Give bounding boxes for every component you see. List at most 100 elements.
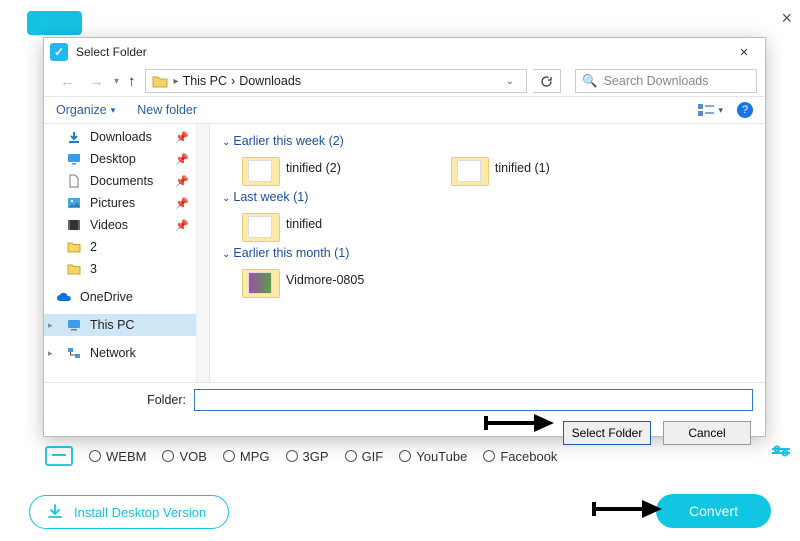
search-input[interactable]: 🔍 Search Downloads <box>575 69 757 93</box>
app-close-icon[interactable]: × <box>781 8 792 29</box>
videos-icon <box>66 218 82 232</box>
folder-item[interactable]: tinified (2) <box>242 152 341 184</box>
chevron-down-icon: ⌄ <box>222 137 230 148</box>
folder-field-label: Folder: <box>56 393 186 407</box>
breadcrumb-root[interactable]: This PC <box>183 74 227 88</box>
chevron-down-icon: ▾ <box>111 105 116 116</box>
select-folder-button[interactable]: Select Folder <box>563 421 651 445</box>
install-desktop-button[interactable]: Install Desktop Version <box>29 495 229 529</box>
sidebar-item-desktop[interactable]: Desktop 📌 <box>44 148 209 170</box>
nav-row: ← → ▾ ↑ ▸ This PC › Downloads ⌄ 🔍 Search… <box>44 66 765 96</box>
install-label: Install Desktop Version <box>74 505 206 520</box>
sidebar-item-downloads[interactable]: Downloads 📌 <box>44 126 209 148</box>
convert-button[interactable]: Convert <box>656 494 771 528</box>
pin-icon: 📌 <box>175 219 189 232</box>
sidebar-item-label: Pictures <box>90 196 135 210</box>
section-header[interactable]: ⌄Earlier this week (2) <box>222 134 755 148</box>
dialog-titlebar: ✓ Select Folder × <box>44 38 765 66</box>
pc-icon <box>66 318 82 332</box>
settings-gear-icon[interactable] <box>772 445 790 457</box>
onedrive-icon <box>56 290 72 304</box>
sidebar-item-folder-3[interactable]: 3 <box>44 258 209 280</box>
download-icon <box>66 130 82 144</box>
document-icon <box>66 174 82 188</box>
app-logo-icon: ✓ <box>50 43 68 61</box>
nav-forward-button[interactable]: → <box>85 73 108 90</box>
organize-menu[interactable]: Organize ▾ <box>56 103 115 117</box>
annotation-arrow <box>484 412 556 437</box>
annotation-arrow <box>592 498 664 523</box>
dialog-footer: Folder: Select Folder Cancel <box>44 382 765 455</box>
dialog-title: Select Folder <box>76 45 729 59</box>
new-folder-button[interactable]: New folder <box>137 103 197 117</box>
sidebar: ▲ Downloads📌 Desktop📌 Documents📌 Picture… <box>44 124 210 382</box>
sidebar-item-videos[interactable]: Videos 📌 <box>44 214 209 236</box>
sidebar-scrollbar[interactable] <box>196 124 209 382</box>
sidebar-item-label: Videos <box>90 218 128 232</box>
sidebar-item-documents[interactable]: Documents 📌 <box>44 170 209 192</box>
sidebar-item-network[interactable]: ▸ Network <box>44 342 209 364</box>
sidebar-item-label: Documents <box>90 174 153 188</box>
pin-icon: 📌 <box>175 153 189 166</box>
chevron-down-icon: ▾ <box>718 105 723 116</box>
pin-icon: 📌 <box>175 131 189 144</box>
breadcrumb-current[interactable]: Downloads <box>239 74 301 88</box>
sidebar-item-label: This PC <box>90 318 134 332</box>
section-header[interactable]: ⌄Earlier this month (1) <box>222 246 755 260</box>
breadcrumb-sep: › <box>231 74 235 88</box>
folder-thumb-icon <box>242 264 278 296</box>
sidebar-item-this-pc[interactable]: ▸ This PC <box>44 314 209 336</box>
folder-label: tinified (2) <box>286 161 341 175</box>
sidebar-item-folder-2[interactable]: 2 <box>44 236 209 258</box>
folder-icon <box>152 74 168 88</box>
folder-thumb-icon <box>451 152 487 184</box>
search-icon: 🔍 <box>582 74 598 89</box>
section-title: Earlier this month (1) <box>233 246 349 260</box>
network-icon <box>66 346 82 360</box>
section-title: Last week (1) <box>233 190 308 204</box>
chevron-right-icon[interactable]: ▸ <box>48 320 53 331</box>
sidebar-item-pictures[interactable]: Pictures 📌 <box>44 192 209 214</box>
sidebar-item-label: Downloads <box>90 130 152 144</box>
folder-thumb-icon <box>242 152 278 184</box>
dialog-close-button[interactable]: × <box>729 44 759 61</box>
folder-label: tinified (1) <box>495 161 550 175</box>
desktop-icon <box>66 152 82 166</box>
sidebar-item-label: OneDrive <box>80 290 133 304</box>
folder-item[interactable]: tinified <box>242 208 322 240</box>
folder-icon <box>66 262 82 276</box>
select-folder-dialog: ✓ Select Folder × ← → ▾ ↑ ▸ This PC › Do… <box>43 37 766 437</box>
folder-label: Vidmore-0805 <box>286 273 364 287</box>
refresh-button[interactable] <box>533 69 561 93</box>
nav-up-button[interactable]: ↑ <box>125 73 139 90</box>
download-icon <box>46 503 64 521</box>
folder-item[interactable]: tinified (1) <box>451 152 550 184</box>
pin-icon: 📌 <box>175 175 189 188</box>
chevron-down-icon: ⌄ <box>222 249 230 260</box>
section-title: Earlier this week (2) <box>233 134 343 148</box>
pictures-icon <box>66 196 82 210</box>
sidebar-item-label: 3 <box>90 262 97 276</box>
organize-label: Organize <box>56 103 107 117</box>
cancel-button[interactable]: Cancel <box>663 421 751 445</box>
folder-item[interactable]: Vidmore-0805 <box>242 264 364 296</box>
dialog-toolbar: Organize ▾ New folder ▾ ? <box>44 96 765 124</box>
address-dropdown[interactable]: ⌄ <box>506 76 520 87</box>
folder-icon <box>66 240 82 254</box>
pin-icon: 📌 <box>175 197 189 210</box>
sidebar-item-label: Desktop <box>90 152 136 166</box>
folder-thumb-icon <box>242 208 278 240</box>
nav-back-button[interactable]: ← <box>56 73 79 90</box>
address-bar[interactable]: ▸ This PC › Downloads ⌄ <box>145 69 527 93</box>
view-mode-button[interactable]: ▾ <box>697 103 723 117</box>
sidebar-item-onedrive[interactable]: OneDrive <box>44 286 209 308</box>
sidebar-item-label: 2 <box>90 240 97 254</box>
chevron-right-icon[interactable]: ▸ <box>48 348 53 359</box>
bg-partial-button <box>27 11 82 35</box>
help-button[interactable]: ? <box>737 102 753 118</box>
section-header[interactable]: ⌄Last week (1) <box>222 190 755 204</box>
sidebar-item-label: Network <box>90 346 136 360</box>
folder-label: tinified <box>286 217 322 231</box>
folder-name-input[interactable] <box>194 389 753 411</box>
content-pane: ⌄Earlier this week (2) tinified (2) tini… <box>210 124 765 382</box>
